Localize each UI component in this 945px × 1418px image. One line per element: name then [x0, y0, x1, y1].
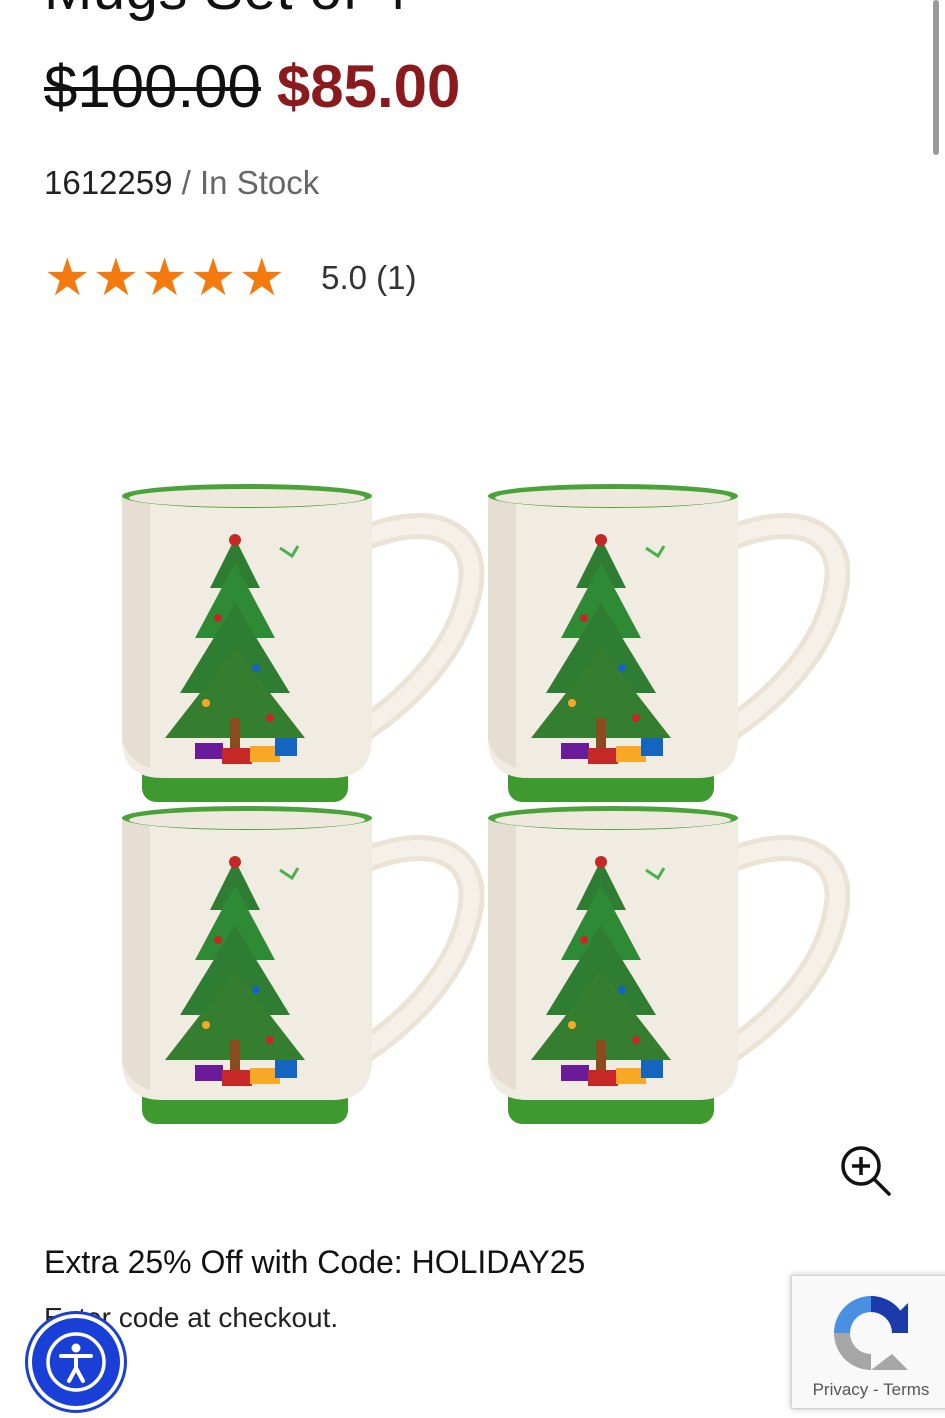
star-icon: ★	[238, 249, 286, 307]
zoom-in-icon	[841, 1146, 891, 1196]
recaptcha-badge: Privacy - Terms	[791, 1275, 945, 1409]
rating-row[interactable]: ★ ★ ★ ★ ★ 5.0 (1)	[44, 252, 417, 304]
stock-status: In Stock	[200, 164, 320, 201]
accessibility-button[interactable]	[28, 1314, 124, 1410]
zoom-button[interactable]	[838, 1143, 894, 1199]
page-scrollbar[interactable]	[933, 0, 939, 155]
promo-title: Extra 25% Off with Code: HOLIDAY25	[44, 1244, 586, 1280]
rating-value: 5.0	[321, 259, 367, 296]
original-price: $100.00	[44, 53, 261, 120]
star-icon: ★	[189, 249, 237, 307]
recaptcha-privacy-link[interactable]: Privacy	[813, 1380, 869, 1399]
rating-count: (1)	[376, 259, 417, 296]
star-icon: ★	[92, 249, 140, 307]
accessibility-icon	[46, 1332, 106, 1392]
product-title: Mugs Set of 4	[44, 0, 408, 23]
recaptcha-links: Privacy - Terms	[792, 1380, 945, 1400]
sale-price: $85.00	[276, 53, 461, 120]
price-row: $100.00 $85.00	[44, 52, 460, 121]
star-icon: ★	[141, 249, 188, 307]
recaptcha-separator: -	[873, 1380, 879, 1399]
recaptcha-terms-link[interactable]: Terms	[883, 1380, 929, 1399]
sku-separator: /	[181, 164, 191, 201]
product-image[interactable]	[110, 460, 850, 1130]
recaptcha-icon	[834, 1296, 908, 1370]
rating-summary[interactable]: 5.0 (1)	[321, 259, 416, 297]
star-icon: ★	[44, 249, 91, 307]
sku-number: 1612259	[44, 164, 173, 201]
rating-stars: ★ ★ ★ ★ ★	[44, 252, 285, 304]
sku-stock-row: 1612259 / In Stock	[44, 164, 319, 202]
